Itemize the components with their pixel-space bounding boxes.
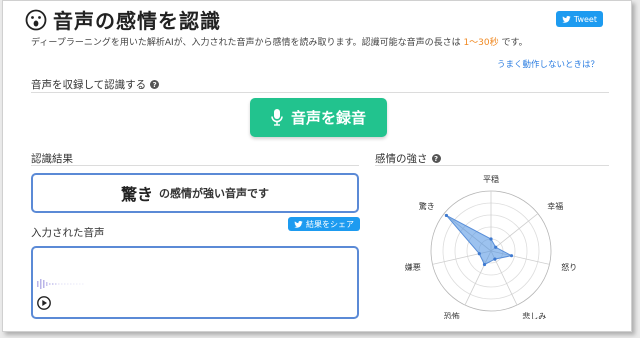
result-section-heading: 認識結果 [31, 151, 73, 166]
record-section-heading: 音声を収録して認識する ? [31, 77, 160, 92]
radar-label-5: 嫌悪 [405, 262, 421, 272]
radar-point-2 [509, 254, 514, 258]
emotion-section-heading: 感情の強さ ? [375, 151, 441, 166]
radar-label-4: 恐怖 [444, 311, 460, 319]
result-heading-text: 認識結果 [31, 153, 73, 165]
radar-point-6 [444, 213, 449, 218]
play-button[interactable] [37, 296, 51, 310]
emotion-radar-chart: 平穏幸福怒り悲しみ 恐怖 嫌悪 驚き [405, 174, 577, 319]
app-header: 音声の感情を認識 [25, 5, 221, 34]
radar-point-0 [489, 237, 493, 241]
question-icon[interactable]: ? [150, 80, 160, 89]
radar-point-1 [494, 245, 498, 249]
twitter-bird-icon [562, 15, 571, 23]
waveform [37, 279, 84, 289]
divider [31, 165, 359, 166]
page-title: 音声の感情を認識 [53, 9, 221, 33]
result-emotion: 驚き [120, 185, 153, 204]
record-heading-text: 音声を収録して認識する [31, 79, 147, 91]
radar-area [446, 215, 513, 266]
record-button-label: 音声を録音 [290, 109, 366, 127]
radar-point-3 [493, 257, 497, 261]
audio-player [31, 246, 359, 319]
question-icon[interactable]: ? [431, 154, 441, 163]
description-text: ディープラーニングを用いた解析AIが、入力された音声から感情を読み取ります。認識… [31, 38, 464, 48]
record-button[interactable]: 音声を録音 [250, 98, 387, 137]
twitter-bird-icon [294, 220, 303, 228]
radar-label-0: 平穏 [483, 174, 499, 184]
surprised-face-icon [25, 9, 47, 30]
tweet-label: Tweet [573, 14, 597, 24]
input-section-heading: 入力された音声 [31, 225, 105, 240]
radar-label-2: 怒り [561, 262, 577, 272]
description-suffix: です。 [498, 38, 528, 48]
radar-label-3: 悲しみ [522, 311, 546, 319]
radar-label-1: 幸福 [547, 202, 563, 211]
share-result-button[interactable]: 結果をシェア [288, 217, 360, 231]
radar-point-5 [477, 252, 481, 256]
divider [375, 165, 609, 166]
divider [31, 92, 609, 93]
emotion-heading-text: 感情の強さ [375, 153, 428, 165]
microphone-icon [271, 109, 283, 126]
radar-point-4 [482, 262, 487, 267]
length-range: 1〜30秒 [463, 38, 499, 48]
description: ディープラーニングを用いた解析AIが、入力された音声から感情を読み取ります。認識… [31, 35, 528, 48]
share-label: 結果をシェア [306, 219, 354, 229]
app-window: 音声の感情を認識 Tweet ディープラーニングを用いた解析AIが、入力された音… [2, 0, 632, 332]
help-link[interactable]: うまく動作しないときは？ [497, 58, 599, 70]
radar-label-6: 驚き [419, 201, 435, 211]
result-box: 驚き の感情が強い音声です [31, 173, 359, 213]
result-suffix: の感情が強い音声です [159, 187, 269, 200]
tweet-button[interactable]: Tweet [555, 11, 603, 27]
input-heading-text: 入力された音声 [31, 227, 105, 239]
